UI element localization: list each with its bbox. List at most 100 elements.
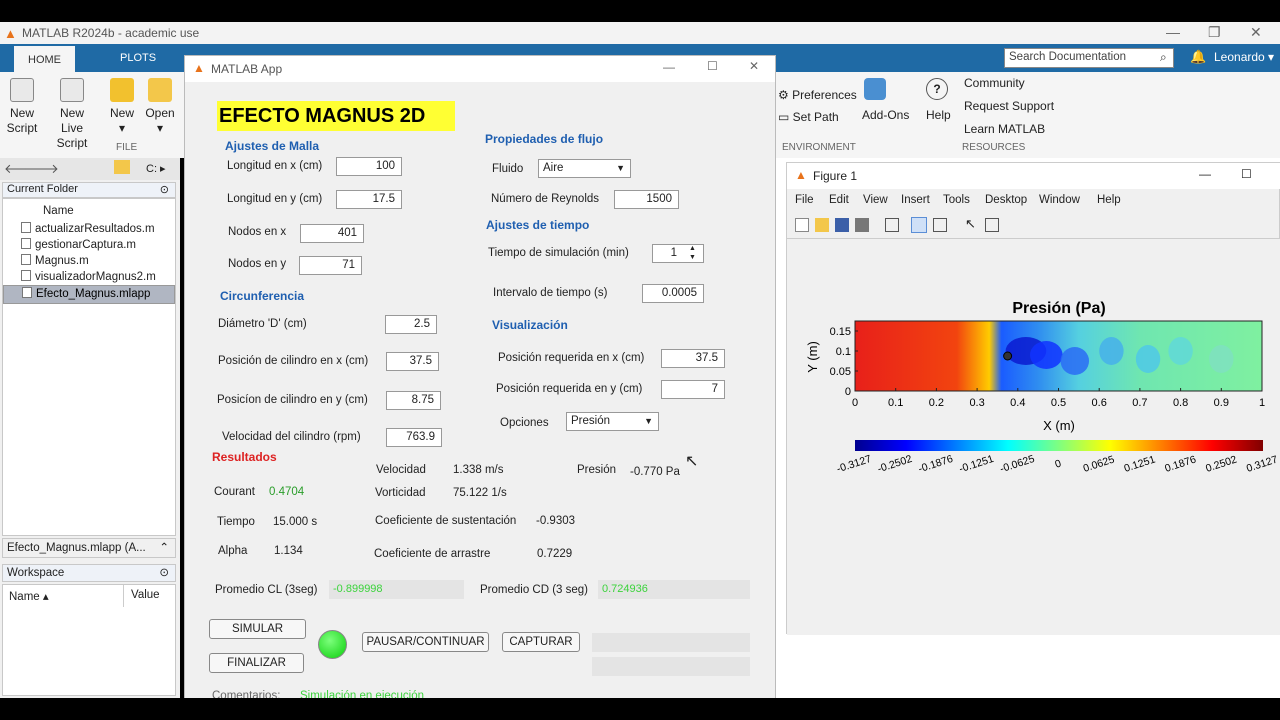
app-window-title: MATLAB App xyxy=(211,62,283,76)
window-title: MATLAB R2024b - academic use xyxy=(22,26,200,40)
opciones-select[interactable]: Presión ▼ xyxy=(566,412,659,431)
close-icon[interactable]: ✕ xyxy=(749,59,759,73)
minimize-icon[interactable]: — xyxy=(1166,24,1180,40)
drive-path[interactable]: C: ▸ xyxy=(146,162,166,175)
link-plot-icon[interactable] xyxy=(885,218,899,232)
finalizar-button[interactable]: FINALIZAR xyxy=(209,653,304,673)
chevron-down-icon: ▼ xyxy=(644,416,653,426)
community-link[interactable]: Community xyxy=(964,76,1025,90)
input-intervalo[interactable]: 0.0005 xyxy=(642,284,704,303)
file-item-selected[interactable]: Efecto_Magnus.mlapp xyxy=(3,285,175,304)
help-button[interactable]: Help xyxy=(926,108,951,122)
capturar-button[interactable]: CAPTURAR xyxy=(502,632,580,652)
print-icon[interactable] xyxy=(855,218,869,232)
value-velocidad: 1.338 m/s xyxy=(453,464,504,476)
input-longitud-x[interactable]: 100 xyxy=(336,157,402,176)
figure-title-bar: ▲ Figure 1 — ☐ xyxy=(787,163,1280,189)
input-diametro[interactable]: 2.5 xyxy=(385,315,437,334)
workspace-column-name[interactable]: Name ▴ xyxy=(9,589,49,603)
user-menu[interactable]: Leonardo ▾ xyxy=(1214,50,1274,64)
input-posicion-x[interactable]: 37.5 xyxy=(386,352,439,371)
panel-menu-icon[interactable]: ⊙ xyxy=(160,183,169,196)
menu-window[interactable]: Window xyxy=(1039,194,1080,206)
tab-home[interactable]: HOME xyxy=(14,44,75,72)
pressure-chart[interactable]: Presión (Pa) 0 0.1 0.2 0.3 0.4 0.5 0.6 0.7 0.8 0.… xyxy=(787,239,1280,499)
input-posicion-requerida-y[interactable]: 7 xyxy=(661,380,725,399)
file-item[interactable]: actualizarResultados.m xyxy=(21,221,155,237)
label-promedio-cl: Promedio CL (3seg) xyxy=(215,584,318,596)
simular-button[interactable]: SIMULAR xyxy=(209,619,306,639)
request-support-link[interactable]: Request Support xyxy=(964,99,1054,113)
input-velocidad-cilindro[interactable]: 763.9 xyxy=(386,428,442,447)
restore-icon[interactable]: ❐ xyxy=(1208,24,1221,41)
open-button[interactable]: Open ▾ xyxy=(138,78,182,136)
column-name[interactable]: Name xyxy=(43,203,74,219)
x-tick-label: 0.3 xyxy=(969,397,984,409)
file-item[interactable]: visualizadorMagnus2.m xyxy=(21,269,156,285)
tiempo-spinner[interactable]: 1 xyxy=(652,244,704,263)
colorbar[interactable] xyxy=(855,440,1263,451)
menu-view[interactable]: View xyxy=(863,194,888,206)
menu-desktop[interactable]: Desktop xyxy=(985,194,1027,206)
spinner-arrows-icon[interactable]: ▲ ▼ xyxy=(689,244,696,262)
file-details-bar[interactable]: Efecto_Magnus.mlapp (A... ⌃ xyxy=(2,538,176,558)
workspace-column-value[interactable]: Value xyxy=(131,589,160,601)
input-posicion-requerida-x[interactable]: 37.5 xyxy=(661,349,725,368)
file-item[interactable]: gestionarCaptura.m xyxy=(21,237,136,253)
y-tick-label: 0.1 xyxy=(836,346,851,358)
property-editor-icon[interactable] xyxy=(985,218,999,232)
gear-icon: ⚙ xyxy=(778,88,793,102)
set-path-button[interactable]: ▭ Set Path xyxy=(778,110,839,124)
menu-tools[interactable]: Tools xyxy=(943,194,970,206)
search-icon[interactable]: ⌕ xyxy=(1160,50,1167,65)
help-icon: ? xyxy=(926,78,948,100)
input-longitud-y[interactable]: 17.5 xyxy=(336,190,402,209)
input-reynolds[interactable]: 1500 xyxy=(614,190,679,209)
workspace-title: Workspace xyxy=(7,567,65,579)
pausar-continuar-button[interactable]: PAUSAR/CONTINUAR xyxy=(362,632,489,652)
new-script-button[interactable]: New Script xyxy=(0,78,44,136)
menu-help[interactable]: Help xyxy=(1097,194,1121,206)
menu-file[interactable]: File xyxy=(795,194,814,206)
add-ons-button[interactable]: Add-Ons xyxy=(862,108,909,122)
input-nodos-y[interactable]: 71 xyxy=(299,256,362,275)
menu-insert[interactable]: Insert xyxy=(901,194,930,206)
minimize-icon[interactable]: — xyxy=(663,60,675,74)
open-file-icon[interactable] xyxy=(815,218,829,232)
new-script-icon xyxy=(10,78,34,102)
plus-icon xyxy=(110,78,134,102)
y-tick-label: 0.05 xyxy=(830,366,851,378)
legend-icon[interactable] xyxy=(933,218,947,232)
vortex-blob xyxy=(1030,341,1063,369)
tab-plots[interactable]: PLOTS xyxy=(106,44,170,72)
new-figure-icon[interactable] xyxy=(795,218,809,232)
bell-icon[interactable]: 🔔 xyxy=(1190,49,1206,65)
section-circunferencia: Circunferencia xyxy=(220,289,305,303)
chevron-up-icon[interactable]: ⌃ xyxy=(159,540,169,554)
menu-edit[interactable]: Edit xyxy=(829,194,849,206)
search-documentation-input[interactable]: Search Documentation xyxy=(1004,48,1174,68)
learn-matlab-link[interactable]: Learn MATLAB xyxy=(964,122,1045,136)
input-posicion-y[interactable]: 8.75 xyxy=(386,391,441,410)
output-field-1 xyxy=(592,633,750,652)
close-icon[interactable]: ✕ xyxy=(1250,24,1262,41)
panel-menu-icon[interactable]: ⊙ xyxy=(159,565,169,579)
file-item[interactable]: Magnus.m xyxy=(21,253,89,269)
fluido-select[interactable]: Aire ▼ xyxy=(538,159,631,178)
forward-icon[interactable]: 🡒 xyxy=(24,161,59,177)
maximize-icon[interactable]: ☐ xyxy=(1241,167,1252,181)
label-intervalo: Intervalo de tiempo (s) xyxy=(493,287,608,299)
colorbar-icon[interactable] xyxy=(911,217,927,233)
input-nodos-x[interactable]: 401 xyxy=(300,224,364,243)
label-posicion-requerida-y: Posición requerida en y (cm) xyxy=(496,383,643,395)
save-icon[interactable] xyxy=(835,218,849,232)
colorbar-tick-label: -0.3127 xyxy=(835,453,873,475)
maximize-icon[interactable]: ☐ xyxy=(707,59,718,73)
preferences-button[interactable]: ⚙ Preferences xyxy=(778,88,857,102)
new-live-script-button[interactable]: New Live Script xyxy=(44,78,100,151)
pointer-icon[interactable]: ↖ xyxy=(965,216,976,232)
minimize-icon[interactable]: — xyxy=(1199,167,1211,181)
folder-icon[interactable] xyxy=(114,160,130,174)
label-longitud-x: Longitud en x (cm) xyxy=(227,160,323,172)
vortex-blob xyxy=(1168,337,1193,365)
